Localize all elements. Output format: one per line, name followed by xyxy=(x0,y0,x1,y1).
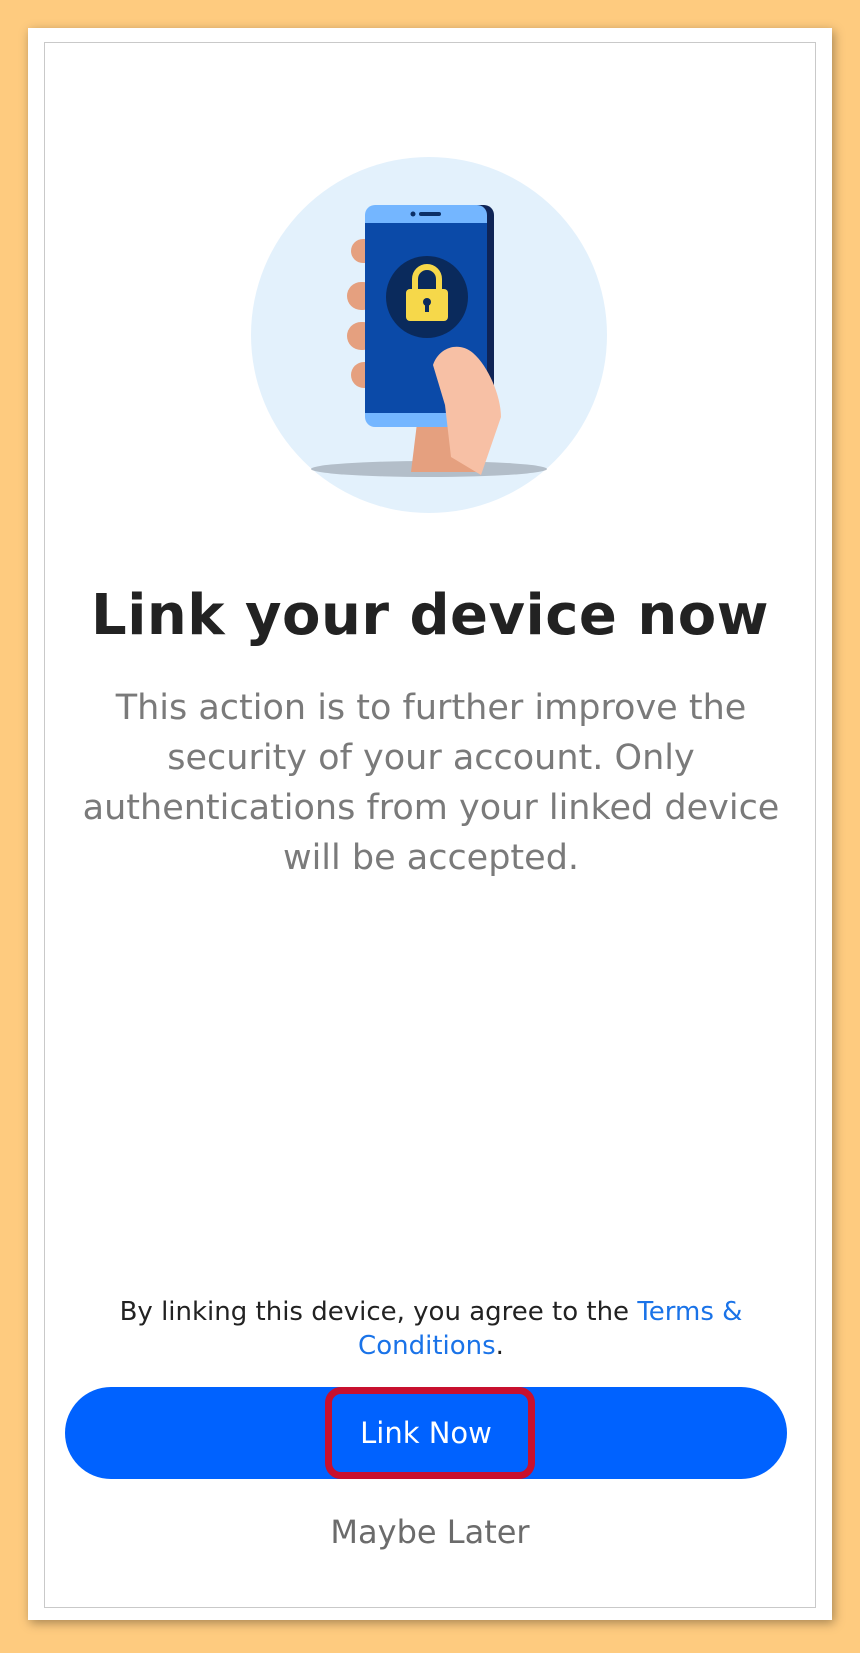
phone-lock-illustration xyxy=(251,157,607,513)
terms-prefix: By linking this device, you agree to the xyxy=(119,1297,638,1327)
link-now-label: Link Now xyxy=(360,1416,492,1450)
terms-notice: By linking this device, you agree to the… xyxy=(95,1295,767,1363)
link-now-button[interactable]: Link Now xyxy=(65,1387,787,1479)
page-description: This action is to further improve the se… xyxy=(82,688,780,878)
page-title: Link your device now xyxy=(91,583,769,648)
terms-suffix: . xyxy=(495,1331,504,1361)
link-device-screen: Link your device now This action is to f… xyxy=(44,42,816,1608)
maybe-later-button[interactable]: Maybe Later xyxy=(45,1513,815,1551)
